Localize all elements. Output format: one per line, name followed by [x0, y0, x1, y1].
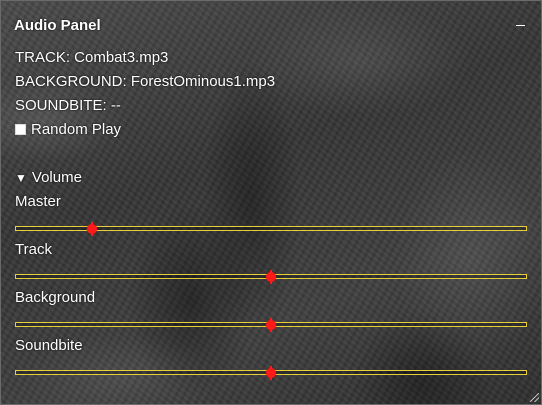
minimize-icon[interactable]	[513, 13, 529, 33]
panel-title: Audio Panel	[14, 17, 101, 34]
slider-thumb[interactable]	[266, 366, 276, 380]
random-play-checkbox[interactable]	[15, 124, 26, 135]
resize-grip-icon[interactable]	[530, 393, 539, 402]
background-volume-slider[interactable]	[15, 318, 527, 332]
slider-thumb[interactable]	[86, 222, 97, 236]
slider-thumb[interactable]	[266, 270, 276, 284]
random-play-option[interactable]: Random Play	[15, 121, 121, 138]
track-now-playing: TRACK: Combat3.mp3	[15, 49, 169, 66]
audio-panel: Audio Panel TRACK: Combat3.mp3 BACKGROUN…	[0, 0, 542, 405]
master-volume-label: Master	[15, 193, 61, 210]
track-volume-slider[interactable]	[15, 270, 527, 284]
soundbite-now-playing: SOUNDBITE: --	[15, 97, 121, 114]
volume-section-toggle[interactable]: ▼ Volume	[15, 169, 82, 186]
background-now-playing: BACKGROUND: ForestOminous1.mp3	[15, 73, 276, 90]
volume-section-label: Volume	[31, 169, 82, 186]
panel-titlebar[interactable]: Audio Panel	[1, 1, 541, 45]
background-volume-label: Background	[15, 289, 96, 306]
random-play-label: Random Play	[31, 121, 122, 138]
slider-thumb[interactable]	[266, 318, 276, 332]
soundbite-volume-label: Soundbite	[15, 337, 83, 354]
track-volume-label: Track	[15, 241, 52, 258]
triangle-down-icon: ▼	[15, 170, 27, 185]
master-volume-slider[interactable]	[15, 222, 527, 236]
soundbite-volume-slider[interactable]	[15, 366, 527, 380]
